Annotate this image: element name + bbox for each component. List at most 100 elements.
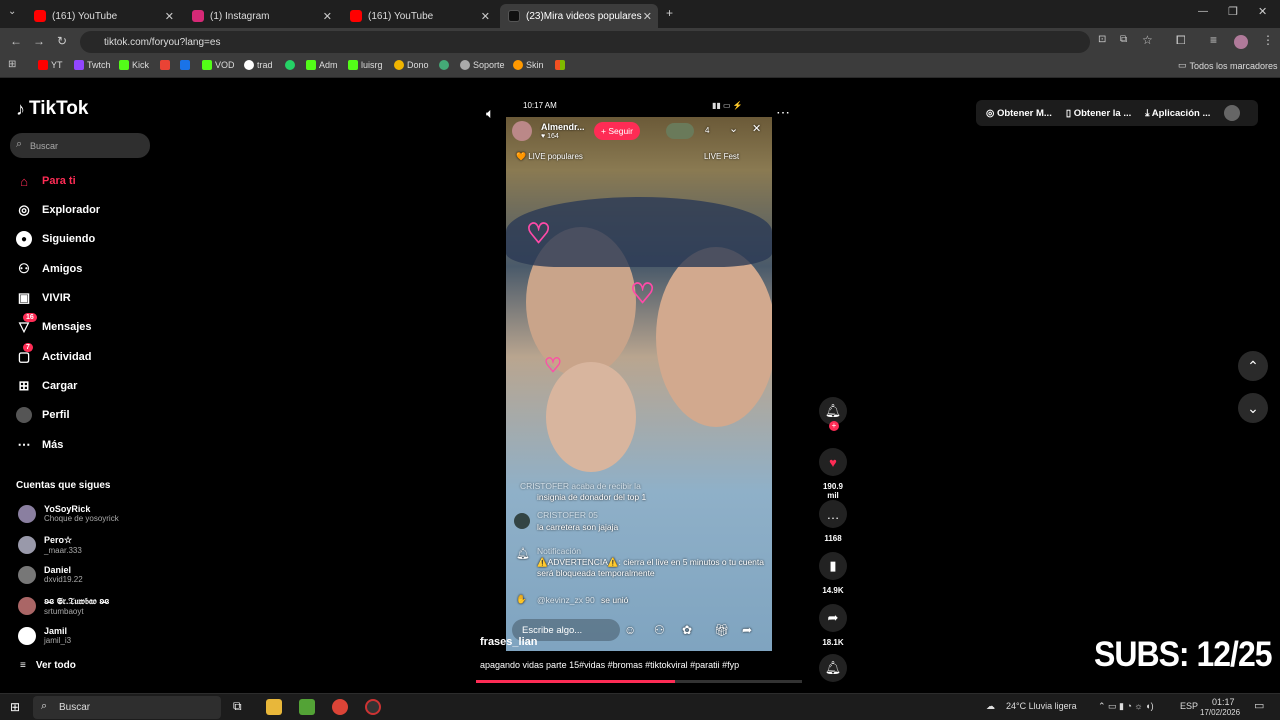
weather-text[interactable]: 24°C Lluvia ligera <box>1006 701 1077 711</box>
bookmark-adm[interactable]: Adm <box>306 60 338 70</box>
tab-search-icon[interactable]: ⌄ <box>8 6 16 17</box>
live-fest-tag[interactable]: LIVE Fest <box>704 152 739 161</box>
save-action[interactable]: ▮ 14.9K <box>819 552 847 595</box>
close-icon[interactable]: ✕ <box>481 10 490 23</box>
get-coins-button[interactable]: ◎ Obtener M... <box>986 108 1052 119</box>
tray-icons[interactable]: ⌃ ▭ ▮ ◔ ☼ ◖) <box>1098 701 1154 712</box>
emoji-icon[interactable]: ☺ <box>624 623 636 637</box>
following-account[interactable]: YoSoyRick Choque de yosoyrick <box>18 504 119 523</box>
following-account[interactable]: ʚ̶ɞ 𝕾𝔯.𝔗𝔲𝔴𝔟𝔞𝔬 ʚ̶ɞ srtumbaoyt <box>18 596 109 616</box>
bookmark-twitch[interactable]: Twtch <box>74 60 111 70</box>
minecraft-icon[interactable] <box>299 699 315 715</box>
nav-perfil[interactable]: Perfil <box>16 407 70 423</box>
forward-icon[interactable]: → <box>33 34 45 48</box>
extensions-icon[interactable]: ⧠ <box>1176 33 1186 48</box>
translate-icon[interactable]: ⊡ <box>1098 34 1106 45</box>
bookmark-yt[interactable]: YT <box>38 60 63 70</box>
apps-icon[interactable]: ⊞ <box>8 59 16 70</box>
follow-button[interactable]: + Seguir <box>594 122 640 140</box>
user-avatar[interactable] <box>1224 105 1241 121</box>
tab-tiktok[interactable]: (23)Mira videos populares ✕ <box>500 4 658 28</box>
search-input[interactable]: ⌕ Buscar <box>10 133 150 158</box>
live-bell-bottom[interactable]: 🔔︎ <box>819 654 847 682</box>
close-live-icon[interactable]: ✕ <box>752 122 761 135</box>
previous-video-button[interactable]: ⌃ <box>1238 351 1268 381</box>
bookmark-gmail[interactable] <box>160 60 170 70</box>
bookmark-ext[interactable] <box>439 60 449 70</box>
nav-explorador[interactable]: ◎ Explorador <box>16 202 100 218</box>
notifications-icon[interactable]: ▭ <box>1254 699 1264 712</box>
volume-icon[interactable]: 🔈︎ <box>486 105 494 122</box>
collapse-icon[interactable]: ⌄ <box>729 122 738 135</box>
bookmark-kick[interactable]: Kick <box>119 60 149 70</box>
live-populares-tag[interactable]: 🧡 LIVE populares <box>516 152 583 161</box>
close-icon[interactable]: ✕ <box>643 10 652 23</box>
nav-cargar[interactable]: ⊞ Cargar <box>16 378 78 394</box>
nav-mas[interactable]: ⋯ Más <box>16 437 64 453</box>
live-video[interactable]: ♡ ♡ ♡ Almendr... ♥ 164 + Seguir 4 ⌄ ✕ 🧡 … <box>506 117 772 651</box>
more-options-icon[interactable]: ⋯ <box>776 104 790 121</box>
language-indicator[interactable]: ESP <box>1180 701 1198 711</box>
get-app-button[interactable]: ▯ Obtener la ... <box>1066 108 1131 119</box>
following-account[interactable]: Jamil jamil_i3 <box>18 626 71 645</box>
host-name[interactable]: Almendr... <box>541 122 585 132</box>
back-icon[interactable]: ← <box>10 34 22 48</box>
following-account[interactable]: Pero☆ _maar.333 <box>18 535 82 555</box>
bookmark-whatsapp[interactable] <box>285 60 295 70</box>
share-live-icon[interactable]: ➦ <box>742 623 752 637</box>
bookmark-blue[interactable] <box>180 60 190 70</box>
windows-start-icon[interactable]: ⊞ <box>10 700 20 714</box>
reload-icon[interactable]: ↻ <box>57 34 67 48</box>
nav-actividad[interactable]: ▢ 7 Actividad <box>16 343 92 365</box>
obs-icon[interactable] <box>365 699 381 715</box>
bookmark-vod[interactable]: VOD <box>202 60 235 70</box>
share-action[interactable]: ➦ 18.1K <box>819 604 847 647</box>
comment-action[interactable]: … 1168 <box>819 500 847 543</box>
bookmark-skin[interactable]: Skin <box>513 60 544 70</box>
tab-youtube-1[interactable]: (161) YouTube ✕ <box>26 4 180 28</box>
tiktok-logo[interactable]: ♪ TikTok <box>16 98 88 120</box>
profile-avatar[interactable] <box>1234 35 1248 49</box>
taskbar-search[interactable]: ⌕ Buscar <box>33 696 221 719</box>
progress-track[interactable] <box>476 680 802 683</box>
task-view-icon[interactable]: ⧉ <box>233 699 242 714</box>
tab-instagram[interactable]: (1) Instagram ✕ <box>184 4 338 28</box>
media-icon[interactable]: ≡ <box>1210 33 1217 47</box>
rose-icon[interactable]: ✿ <box>682 623 692 637</box>
bookmark-soporte[interactable]: Soporte <box>460 60 505 70</box>
nav-mensajes[interactable]: ▽ 16 Mensajes <box>16 313 92 335</box>
like-action[interactable]: ♥ 190.9 mil <box>819 448 847 500</box>
bookmark-windows[interactable] <box>555 60 565 70</box>
bookmark-luisrg[interactable]: luisrg <box>348 60 383 70</box>
host-avatar[interactable] <box>512 121 532 141</box>
clock-time[interactable]: 01:17 <box>1212 697 1235 707</box>
close-icon[interactable]: ✕ <box>165 10 174 23</box>
chrome-icon[interactable] <box>332 699 348 715</box>
live-bell-action[interactable]: 🔔︎ + <box>819 397 847 431</box>
following-account[interactable]: Daniel dxvid19.22 <box>18 565 83 584</box>
bookmark-star-icon[interactable]: ☆ <box>1142 33 1153 47</box>
close-icon[interactable]: ✕ <box>323 10 332 23</box>
nav-siguiendo[interactable]: ● Siguiendo <box>16 231 95 247</box>
url-input[interactable]: tiktok.com/foryou?lang=es <box>80 31 1090 53</box>
file-explorer-icon[interactable] <box>266 699 282 715</box>
nav-vivir[interactable]: ▣ VIVIR <box>16 290 71 306</box>
nav-amigos[interactable]: ⚇ Amigos <box>16 261 82 277</box>
gift-icon[interactable]: 🎁︎ <box>714 623 729 637</box>
maximize-icon[interactable]: ❐ <box>1228 5 1238 18</box>
new-tab-icon[interactable]: + <box>666 6 673 20</box>
bookmark-dono[interactable]: Dono <box>394 60 429 70</box>
menu-icon[interactable]: ⋮ <box>1262 33 1274 47</box>
video-author[interactable]: frases_lian <box>480 636 537 648</box>
viewer-avatars[interactable] <box>666 123 694 139</box>
tab-youtube-2[interactable]: (161) YouTube ✕ <box>342 4 496 28</box>
multi-guest-icon[interactable]: ⚇ <box>654 623 665 637</box>
bookmark-trad[interactable]: trad <box>244 60 273 70</box>
minimize-icon[interactable]: — <box>1198 6 1208 17</box>
cast-icon[interactable]: ⧉ <box>1120 34 1127 45</box>
bookmarks-folder[interactable]: ▭ Todos los marcadores <box>1178 60 1278 71</box>
see-all-link[interactable]: ≡ Ver todo <box>20 660 76 671</box>
window-close-icon[interactable]: ✕ <box>1258 5 1267 18</box>
next-video-button[interactable]: ⌄ <box>1238 393 1268 423</box>
nav-para-ti[interactable]: ⌂ Para ti <box>16 173 76 189</box>
